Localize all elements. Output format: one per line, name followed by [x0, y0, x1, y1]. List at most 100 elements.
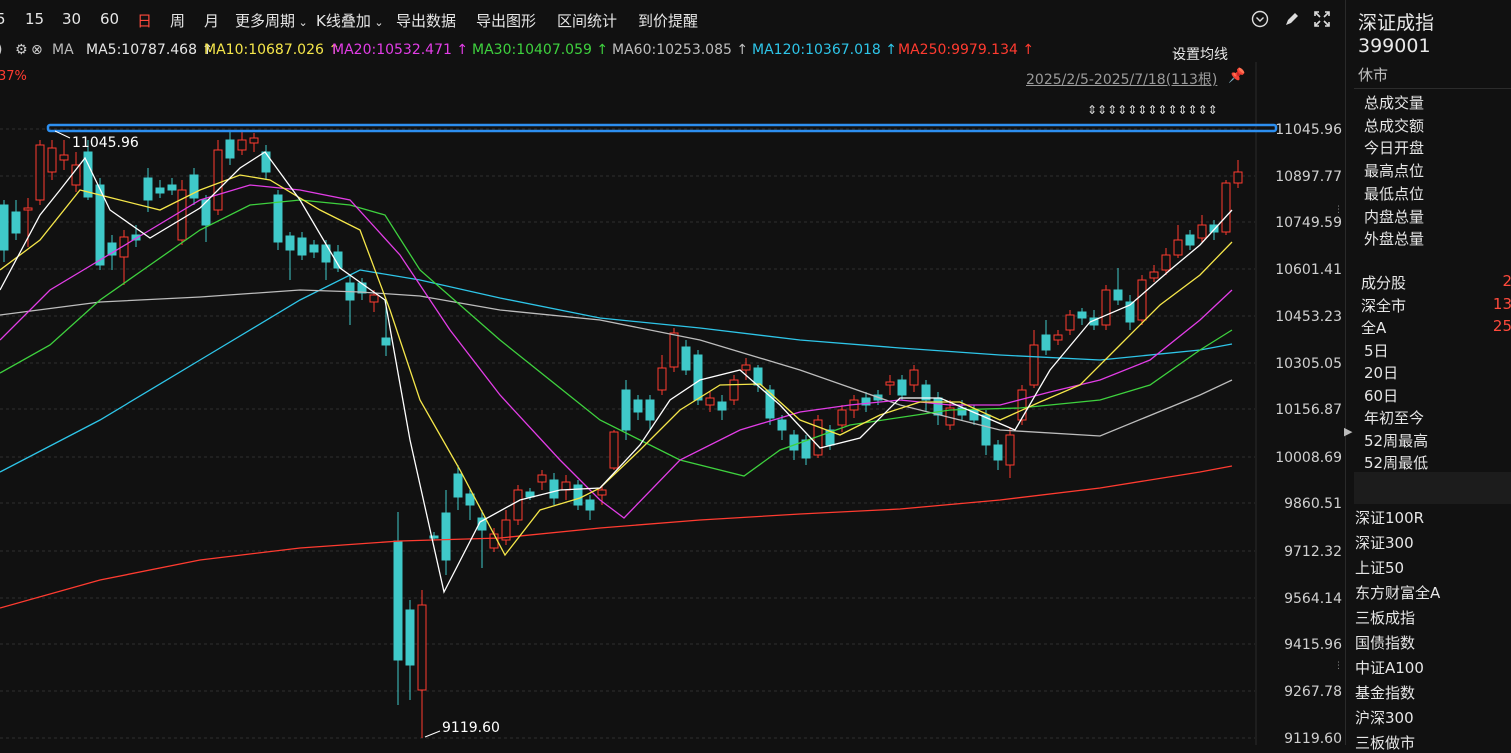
stat-label: 总成交额	[1364, 116, 1425, 135]
kline-overlay-dropdown[interactable]: K线叠加 ⌄	[316, 10, 384, 31]
panel-toggle-icon[interactable]: ▶	[1344, 425, 1352, 438]
candle-body	[167, 184, 177, 191]
related-index-item[interactable]: 基金指数	[1355, 682, 1415, 703]
related-index-item[interactable]: 三板成指	[1355, 607, 1415, 628]
candle-body	[47, 147, 57, 173]
candle-body	[309, 244, 319, 253]
candle-body	[95, 184, 105, 266]
candle-body	[1233, 171, 1243, 184]
related-index-item[interactable]: 东方财富全A	[1355, 582, 1440, 603]
more-periods-dropdown[interactable]: 更多周期 ⌄	[235, 10, 308, 31]
stat-label: 今日开盘	[1364, 139, 1425, 158]
candle-body	[1149, 271, 1159, 279]
y-tick-label: 10897.77	[1275, 169, 1342, 185]
candle-body	[789, 434, 799, 451]
candle-body	[1185, 234, 1195, 246]
breadth-value: 2	[1502, 272, 1511, 290]
breadth-value: 25	[1492, 317, 1511, 335]
candle-body	[261, 151, 271, 173]
candlestick-chart[interactable]: 11045.96 10897.77 10749.59 10601.41 10453.23…	[0, 62, 1345, 745]
period-label: 60日	[1364, 386, 1399, 405]
price-alert-button[interactable]: 到价提醒	[638, 10, 698, 31]
candle-body	[801, 439, 811, 459]
candle-body	[909, 369, 919, 386]
candle-body	[741, 364, 751, 371]
period-day[interactable]: 日	[137, 10, 152, 31]
ma-value-4: MA60:10253.085 ↑	[612, 42, 749, 58]
period-label: 52周最低	[1364, 454, 1429, 472]
candle-body	[369, 294, 379, 303]
index-code: 399001	[1358, 35, 1431, 57]
ma-value-0: MA5:10787.468 ↑	[86, 42, 214, 58]
collapse-circle-icon[interactable]	[1250, 10, 1270, 30]
low-price-label: 9119.60	[442, 720, 500, 736]
candle-body	[417, 604, 427, 691]
y-tick-label: 9267.78	[1284, 684, 1342, 700]
related-index-item[interactable]: 深证300	[1355, 532, 1414, 553]
breadth-label: 成分股	[1361, 274, 1407, 292]
candle-body	[489, 533, 499, 549]
chevron-down-icon: ⌄	[1172, 44, 1182, 57]
close-circle-icon[interactable]: ⊗	[31, 42, 43, 58]
export-data-button[interactable]: 导出数据	[396, 10, 456, 31]
candle-body	[717, 401, 727, 411]
period-month[interactable]: 月	[204, 10, 219, 31]
candle-body	[11, 211, 21, 234]
period-week[interactable]: 周	[170, 10, 185, 31]
scroll-grip-icon: ⋮	[1334, 661, 1343, 671]
candle-body	[143, 177, 153, 201]
fullscreen-icon[interactable]	[1312, 10, 1332, 30]
draw-pen-icon[interactable]	[1282, 10, 1302, 30]
candle-body	[155, 187, 165, 194]
settings-gear-icon[interactable]: ⚙	[15, 42, 28, 58]
related-index-item[interactable]: 中证A100	[1355, 657, 1424, 678]
candle-body	[249, 137, 259, 144]
y-tick-label: 11045.96	[1275, 122, 1342, 138]
period-15min[interactable]: 15	[25, 10, 44, 28]
ma-line-ma60	[0, 289, 1233, 437]
related-index-item[interactable]: 深证100R	[1355, 507, 1424, 528]
candle-body	[645, 399, 655, 421]
candle-body	[71, 164, 81, 186]
candle-body	[59, 154, 69, 161]
period-5min[interactable]: 5	[0, 10, 6, 28]
breadth-label: 全A	[1361, 319, 1387, 337]
candle-body	[993, 444, 1003, 461]
candle-body	[1041, 334, 1051, 351]
candle-body	[1005, 434, 1015, 466]
period-label: 20日	[1364, 364, 1399, 383]
candle-body	[35, 144, 45, 201]
y-tick-label: 9415.96	[1284, 637, 1342, 653]
stat-label: 内盘总量	[1364, 207, 1425, 226]
stat-label: 总成交量	[1364, 94, 1425, 112]
candle-body	[23, 207, 33, 211]
candle-body	[657, 367, 667, 391]
related-index-item[interactable]: 上证50	[1355, 557, 1404, 578]
candle-body	[621, 389, 631, 431]
candle-body	[837, 409, 847, 426]
period-30min[interactable]: 30	[62, 10, 81, 28]
candle-body	[885, 381, 895, 386]
ma-value-6: MA250:9979.134 ↑	[898, 42, 1035, 58]
ma-value-2: MA20:10532.471 ↑	[332, 42, 469, 58]
stat-label: 最低点位	[1364, 184, 1425, 203]
range-stats-button[interactable]: 区间统计	[557, 10, 617, 31]
candle-body	[1221, 182, 1231, 233]
candle-body	[729, 379, 739, 401]
export-chart-button[interactable]: 导出图形	[476, 10, 536, 31]
related-index-item[interactable]: 三板做市	[1355, 732, 1415, 753]
related-index-item[interactable]: 沪深300	[1355, 707, 1414, 728]
candle-body	[681, 346, 691, 371]
candle-body	[1161, 254, 1171, 271]
period-60min[interactable]: 60	[100, 10, 119, 28]
index-name: 深证成指	[1358, 12, 1435, 34]
breadth-label: 深全市	[1361, 296, 1407, 315]
candle-body	[1113, 289, 1123, 301]
candle-body	[1053, 334, 1063, 341]
related-index-item[interactable]: 国债指数	[1355, 632, 1415, 653]
y-tick-label: 10749.59	[1275, 215, 1342, 231]
candle-body	[597, 489, 607, 496]
candle-body	[693, 354, 703, 401]
ma-value-1: MA10:10687.026 ↑	[204, 42, 341, 58]
candle-body	[561, 481, 571, 491]
